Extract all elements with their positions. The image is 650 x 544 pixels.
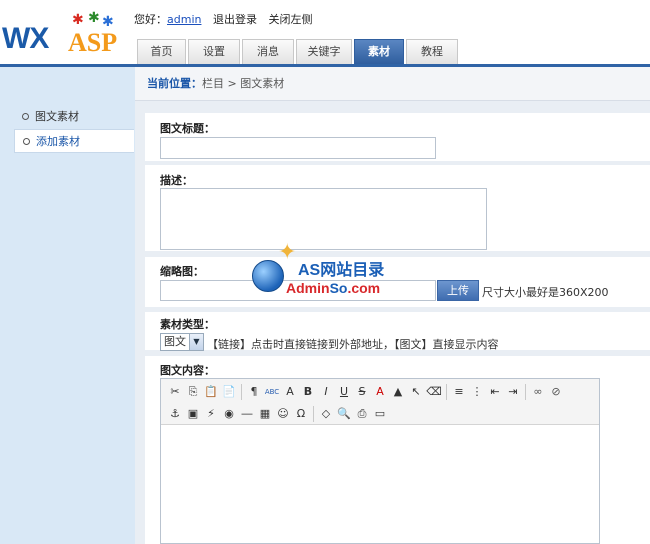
toolbar-separator <box>446 384 447 400</box>
editor-toolbar: ✂ ⎘ 📋 📄 ¶ ABC A B I U S A ▲ ↖ ⌫ ≡ ⋮ ⇤ ⇥ ∞ ⊘ ⚓ ▣ ⚡ ◉ ― ▦ ☺ Ω ◇ 🔍 ⎙ ▭ <box>161 379 599 425</box>
adminso-watermark: ✦ AS网站目录 AdminSo.com <box>250 238 400 300</box>
top-links: 您好：admin 退出登录 关闭左侧 <box>134 11 320 27</box>
bold-icon[interactable]: B <box>299 383 317 401</box>
source-icon[interactable]: ◇ <box>317 405 335 423</box>
rich-text-editor: ✂ ⎘ 📋 📄 ¶ ABC A B I U S A ▲ ↖ ⌫ ≡ ⋮ ⇤ ⇥ ∞ ⊘ ⚓ ▣ ⚡ ◉ ― ▦ ☺ Ω ◇ 🔍 ⎙ ▭ <box>160 378 600 544</box>
paste-text-icon[interactable]: 📄 <box>220 383 238 401</box>
close-left-link[interactable]: 关闭左侧 <box>268 13 312 26</box>
sidebar: 图文素材 添加素材 <box>0 67 135 544</box>
description-label: 描述： <box>160 174 193 187</box>
cut-icon[interactable]: ✂ <box>166 383 184 401</box>
type-hint: 【链接】点击时直接链接到外部地址，【图文】直接显示内容 <box>207 338 499 351</box>
link-icon[interactable]: ∞ <box>529 383 547 401</box>
logo-figure-icon: ✱ <box>72 12 84 28</box>
logout-link[interactable]: 退出登录 <box>213 13 257 26</box>
wxasp-logo: ✱ ✱ ✱ WX ASP <box>2 10 132 58</box>
highlight-icon[interactable]: ▲ <box>389 383 407 401</box>
paste-word-icon[interactable]: ¶ <box>245 383 263 401</box>
italic-icon[interactable]: I <box>317 383 335 401</box>
tab-materials[interactable]: 素材 <box>354 39 404 64</box>
chevron-down-icon: ▼ <box>189 334 203 350</box>
title-input[interactable] <box>160 137 436 159</box>
thumbnail-label: 缩略图： <box>160 265 204 278</box>
toolbar-separator <box>313 406 314 422</box>
type-panel: 素材类型： 图文 ▼ 【链接】点击时直接链接到外部地址，【图文】直接显示内容 <box>145 312 650 351</box>
title-panel: 图文标题： <box>145 113 650 161</box>
flash-icon[interactable]: ⚡ <box>202 405 220 423</box>
copy-icon[interactable]: ⎘ <box>184 383 202 401</box>
select-icon[interactable]: ↖ <box>407 383 425 401</box>
print-icon[interactable]: ⎙ <box>353 405 371 423</box>
hr-icon[interactable]: ― <box>238 405 256 423</box>
media-icon[interactable]: ◉ <box>220 405 238 423</box>
main-content: 当前位置：栏目 > 图文素材 图文标题： 描述： 缩略图： 上传 尺寸大小最好是… <box>135 67 650 544</box>
underline-icon[interactable]: U <box>335 383 353 401</box>
watermark-title: AS网站目录 <box>298 262 385 279</box>
tab-keywords[interactable]: 关键字 <box>296 39 352 64</box>
anchor-icon[interactable]: ⚓ <box>166 405 184 423</box>
size-hint: 尺寸大小最好是360X200 <box>482 286 609 299</box>
outdent-icon[interactable]: ⇤ <box>486 383 504 401</box>
watermark-url: AdminSo.com <box>286 280 381 296</box>
breadcrumb-path: 栏目 > 图文素材 <box>202 77 285 90</box>
spellcheck-icon[interactable]: ABC <box>263 383 281 401</box>
paste-icon[interactable]: 📋 <box>202 383 220 401</box>
type-select[interactable]: 图文 ▼ <box>160 333 204 351</box>
breadcrumb-label: 当前位置： <box>147 77 202 90</box>
person-figure-icon: ✦ <box>278 240 297 265</box>
editor-toolbar-row-1: ✂ ⎘ 📋 📄 ¶ ABC A B I U S A ▲ ↖ ⌫ ≡ ⋮ ⇤ ⇥ ∞ ⊘ <box>166 383 565 401</box>
logo-text-asp: ASP <box>68 28 118 57</box>
tab-home[interactable]: 首页 <box>137 39 186 64</box>
align-left-icon[interactable]: ≡ <box>450 383 468 401</box>
bullet-icon <box>22 113 29 120</box>
find-replace-icon[interactable]: A <box>281 383 299 401</box>
table-icon[interactable]: ▦ <box>256 405 274 423</box>
preview-icon[interactable]: 🔍 <box>335 405 353 423</box>
tab-messages[interactable]: 消息 <box>242 39 294 64</box>
breadcrumb: 当前位置：栏目 > 图文素材 <box>135 67 650 101</box>
strikethrough-icon[interactable]: S <box>353 383 371 401</box>
fullscreen-icon[interactable]: ▭ <box>371 405 389 423</box>
logo-text-wx: WX <box>2 22 49 55</box>
sidebar-item-label: 图文素材 <box>35 110 79 123</box>
font-color-icon[interactable]: A <box>371 383 389 401</box>
upload-button[interactable]: 上传 <box>437 280 479 301</box>
app-header: ✱ ✱ ✱ WX ASP 您好：admin 退出登录 关闭左侧 首页 设置 消息… <box>0 0 650 64</box>
image-icon[interactable]: ▣ <box>184 405 202 423</box>
bullet-icon <box>23 138 30 145</box>
editor-toolbar-row-2: ⚓ ▣ ⚡ ◉ ― ▦ ☺ Ω ◇ 🔍 ⎙ ▭ <box>166 405 389 423</box>
username-link[interactable]: admin <box>167 13 201 26</box>
toolbar-separator <box>241 384 242 400</box>
tab-settings[interactable]: 设置 <box>188 39 240 64</box>
editor-content-area[interactable] <box>161 426 599 543</box>
tab-tutorials[interactable]: 教程 <box>406 39 458 64</box>
ordered-list-icon[interactable]: ⋮ <box>468 383 486 401</box>
smiley-icon[interactable]: ☺ <box>274 405 292 423</box>
indent-icon[interactable]: ⇥ <box>504 383 522 401</box>
title-label: 图文标题： <box>160 122 215 135</box>
sidebar-item-label: 添加素材 <box>36 135 80 148</box>
toolbar-separator <box>525 384 526 400</box>
logo-figure-icon: ✱ <box>88 10 100 26</box>
content-label: 图文内容： <box>160 364 215 377</box>
special-char-icon[interactable]: Ω <box>292 405 310 423</box>
greeting-text: 您好：admin <box>134 13 202 26</box>
sidebar-item-image-text-materials[interactable]: 图文素材 <box>14 105 134 129</box>
type-select-value: 图文 <box>164 335 186 348</box>
eraser-icon[interactable]: ⌫ <box>425 383 443 401</box>
type-label: 素材类型： <box>160 318 215 331</box>
unlink-icon[interactable]: ⊘ <box>547 383 565 401</box>
sidebar-item-add-material[interactable]: 添加素材 <box>14 129 134 153</box>
main-tabs: 首页 设置 消息 关键字 素材 教程 <box>137 39 460 64</box>
